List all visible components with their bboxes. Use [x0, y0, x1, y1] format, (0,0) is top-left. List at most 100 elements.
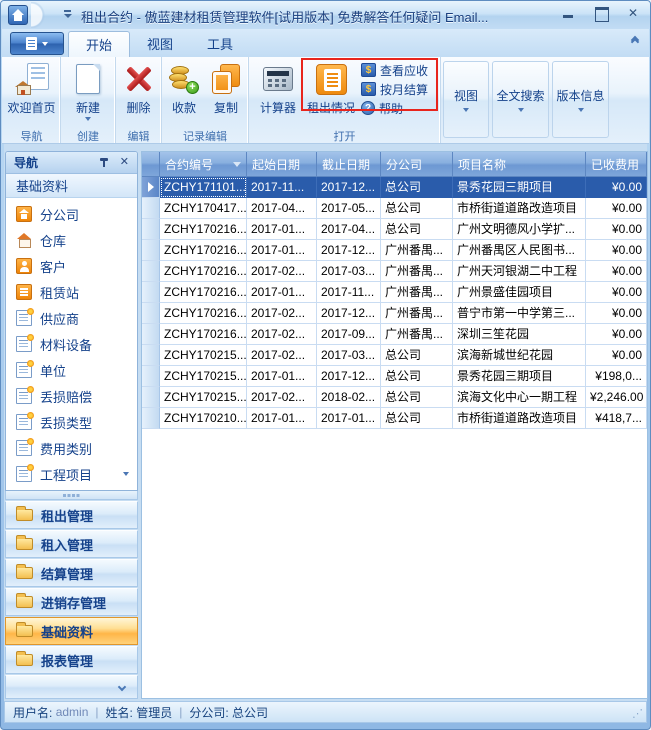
- table-cell-branch[interactable]: 总公司: [381, 408, 453, 429]
- column-header-received-fee[interactable]: 已收费用: [586, 152, 647, 177]
- table-cell-contract-no[interactable]: ZCHY170216...: [160, 261, 247, 282]
- row-indicator[interactable]: [142, 303, 160, 324]
- table-cell-end-date[interactable]: 2017-12...: [317, 303, 381, 324]
- table-cell-contract-no[interactable]: ZCHY171101...: [160, 177, 247, 198]
- table-row[interactable]: ZCHY170417...2017-04...2017-05...总公司市桥街道…: [142, 198, 647, 219]
- table-cell-start-date[interactable]: 2017-04...: [247, 198, 317, 219]
- sidebar-item-rental-station[interactable]: 租赁站: [6, 279, 137, 305]
- row-indicator[interactable]: [142, 366, 160, 387]
- sidebar-item-warehouse[interactable]: 仓库: [6, 227, 137, 253]
- maximize-icon[interactable]: [592, 5, 610, 21]
- table-cell-start-date[interactable]: 2017-11...: [247, 177, 317, 198]
- row-indicator[interactable]: [142, 261, 160, 282]
- table-row[interactable]: ZCHY170216...2017-01...2017-04...总公司广州文明…: [142, 219, 647, 240]
- table-cell-contract-no[interactable]: ZCHY170417...: [160, 198, 247, 219]
- table-cell-end-date[interactable]: 2017-04...: [317, 219, 381, 240]
- version-info-button[interactable]: 版本信息: [552, 61, 609, 138]
- nav-close-icon[interactable]: ✕: [120, 157, 129, 168]
- sidebar-group-basic-data[interactable]: 基础资料: [5, 617, 138, 645]
- table-cell-received-fee[interactable]: ¥198,0...: [586, 366, 647, 387]
- sidebar-item-loss-type[interactable]: 丢损类型: [6, 409, 137, 435]
- table-cell-received-fee[interactable]: ¥0.00: [586, 177, 647, 198]
- quick-access-dropdown-icon[interactable]: [63, 10, 73, 20]
- table-cell-start-date[interactable]: 2017-02...: [247, 387, 317, 408]
- table-row[interactable]: ZCHY170216...2017-02...2017-12...广州番禺...…: [142, 303, 647, 324]
- row-indicator[interactable]: [142, 408, 160, 429]
- table-cell-branch[interactable]: 总公司: [381, 198, 453, 219]
- sidebar-group-rent-out[interactable]: 租出管理: [5, 501, 138, 529]
- ribbon-collapse-icon[interactable]: [629, 37, 641, 49]
- view-panel-button[interactable]: 视图: [443, 61, 489, 138]
- row-indicator[interactable]: [142, 387, 160, 408]
- table-cell-branch[interactable]: 总公司: [381, 177, 453, 198]
- sidebar-item-unit[interactable]: 单位: [6, 357, 137, 383]
- table-cell-end-date[interactable]: 2018-02...: [317, 387, 381, 408]
- table-cell-branch[interactable]: 总公司: [381, 345, 453, 366]
- sidebar-group-inventory[interactable]: 进销存管理: [5, 588, 138, 616]
- table-cell-contract-no[interactable]: ZCHY170210...: [160, 408, 247, 429]
- table-cell-contract-no[interactable]: ZCHY170216...: [160, 303, 247, 324]
- sidebar-section-header[interactable]: 基础资料: [6, 174, 137, 198]
- table-cell-branch[interactable]: 广州番禺...: [381, 261, 453, 282]
- table-cell-end-date[interactable]: 2017-11...: [317, 282, 381, 303]
- filter-arrow-icon[interactable]: [233, 162, 241, 167]
- row-indicator[interactable]: [142, 324, 160, 345]
- table-row[interactable]: ZCHY170216...2017-02...2017-03...广州番禺...…: [142, 261, 647, 282]
- table-cell-received-fee[interactable]: ¥418,7...: [586, 408, 647, 429]
- sidebar-item-material-equipment[interactable]: 材料设备: [6, 331, 137, 357]
- table-cell-received-fee[interactable]: ¥0.00: [586, 282, 647, 303]
- table-row[interactable]: ZCHY170215...2017-02...2017-03...总公司滨海新城…: [142, 345, 647, 366]
- table-cell-received-fee[interactable]: ¥0.00: [586, 198, 647, 219]
- table-cell-start-date[interactable]: 2017-02...: [247, 345, 317, 366]
- sidebar-item-branch-company[interactable]: 分公司: [6, 201, 137, 227]
- sidebar-more-bar[interactable]: [5, 675, 138, 699]
- sidebar-item-customer[interactable]: 客户: [6, 253, 137, 279]
- table-cell-branch[interactable]: 广州番禺...: [381, 240, 453, 261]
- pin-icon[interactable]: [99, 157, 110, 168]
- table-cell-received-fee[interactable]: ¥2,246.00: [586, 387, 647, 408]
- table-cell-branch[interactable]: 广州番禺...: [381, 324, 453, 345]
- table-cell-end-date[interactable]: 2017-12...: [317, 366, 381, 387]
- table-cell-contract-no[interactable]: ZCHY170216...: [160, 240, 247, 261]
- table-cell-contract-no[interactable]: ZCHY170215...: [160, 387, 247, 408]
- table-cell-branch[interactable]: 总公司: [381, 366, 453, 387]
- column-header-branch[interactable]: 分公司: [381, 152, 453, 177]
- table-cell-project-name[interactable]: 普宁市第一中学第三...: [453, 303, 586, 324]
- table-cell-end-date[interactable]: 2017-05...: [317, 198, 381, 219]
- delete-button[interactable]: 删除: [117, 59, 161, 116]
- row-indicator[interactable]: [142, 219, 160, 240]
- table-cell-project-name[interactable]: 市桥街道道路改造项目: [453, 408, 586, 429]
- table-cell-contract-no[interactable]: ZCHY170215...: [160, 366, 247, 387]
- sidebar-splitter[interactable]: [5, 491, 138, 500]
- table-cell-end-date[interactable]: 2017-03...: [317, 261, 381, 282]
- row-indicator[interactable]: [142, 282, 160, 303]
- table-cell-end-date[interactable]: 2017-12...: [317, 177, 381, 198]
- tab-tools[interactable]: 工具: [190, 31, 250, 57]
- row-indicator-arrow[interactable]: [142, 177, 160, 198]
- table-cell-start-date[interactable]: 2017-01...: [247, 282, 317, 303]
- close-icon[interactable]: ✕: [624, 5, 642, 21]
- rent-info-button[interactable]: 租出情况: [303, 59, 359, 116]
- table-cell-project-name[interactable]: 景秀花园三期项目: [453, 366, 586, 387]
- column-header-start-date[interactable]: 起始日期: [247, 152, 317, 177]
- sidebar-group-rent-in[interactable]: 租入管理: [5, 530, 138, 558]
- table-cell-start-date[interactable]: 2017-01...: [247, 408, 317, 429]
- table-cell-received-fee[interactable]: ¥0.00: [586, 219, 647, 240]
- table-cell-project-name[interactable]: 市桥街道道路改造项目: [453, 198, 586, 219]
- calculator-button[interactable]: 计算器: [255, 59, 301, 116]
- row-indicator[interactable]: [142, 345, 160, 366]
- table-cell-received-fee[interactable]: ¥0.00: [586, 240, 647, 261]
- table-row[interactable]: ZCHY170215...2017-02...2018-02...总公司滨海文化…: [142, 387, 647, 408]
- table-cell-end-date[interactable]: 2017-01...: [317, 408, 381, 429]
- table-row[interactable]: ZCHY170215...2017-01...2017-12...总公司景秀花园…: [142, 366, 647, 387]
- sidebar-item-expense-category[interactable]: 费用类别: [6, 435, 137, 461]
- table-cell-received-fee[interactable]: ¥0.00: [586, 345, 647, 366]
- table-cell-end-date[interactable]: 2017-03...: [317, 345, 381, 366]
- minimize-icon[interactable]: [560, 5, 578, 21]
- table-row[interactable]: ZCHY170216...2017-01...2017-11...广州番禺...…: [142, 282, 647, 303]
- table-cell-start-date[interactable]: 2017-02...: [247, 324, 317, 345]
- row-indicator[interactable]: [142, 240, 160, 261]
- table-cell-branch[interactable]: 总公司: [381, 219, 453, 240]
- row-indicator[interactable]: [142, 198, 160, 219]
- table-row[interactable]: ZCHY170210...2017-01...2017-01...总公司市桥街道…: [142, 408, 647, 429]
